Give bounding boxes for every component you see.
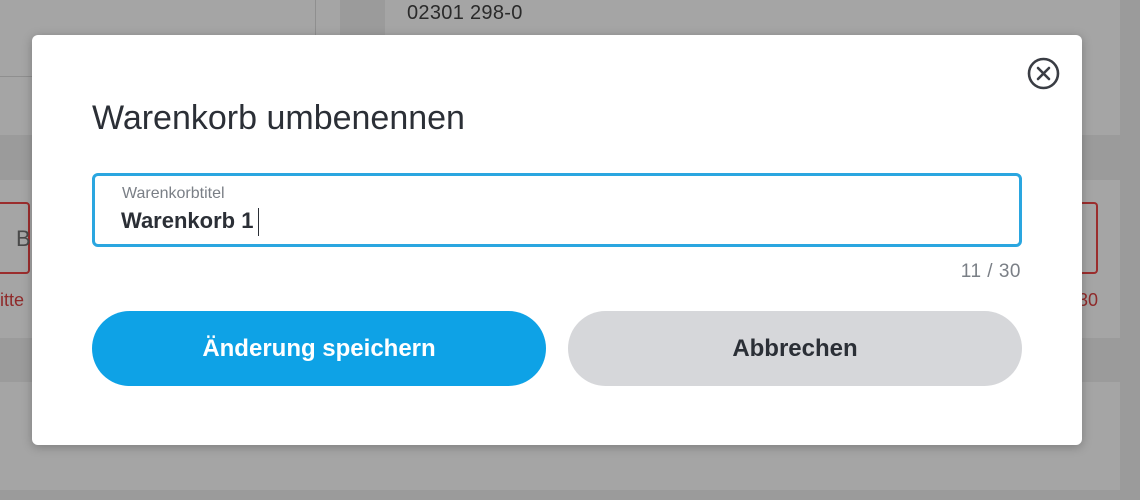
background-phone-number: 02301 298-0 [407,2,523,24]
background-field-text: B [16,226,31,251]
cancel-button[interactable]: Abbrechen [568,311,1022,386]
text-cursor [258,208,259,236]
character-counter: 11 / 30 [960,261,1021,282]
save-changes-button[interactable]: Änderung speichern [92,311,546,386]
cart-title-label: Warenkorbtitel [122,185,225,202]
divider [315,0,316,35]
dialog-title: Warenkorb umbenennen [92,99,465,137]
close-icon[interactable] [1027,57,1060,90]
rename-cart-dialog: Warenkorb umbenennen Warenkorbtitel 11 /… [32,35,1082,445]
background-error-text: itte [0,290,25,310]
cart-title-field[interactable]: Warenkorbtitel [92,173,1022,247]
cart-title-input[interactable] [121,208,981,234]
